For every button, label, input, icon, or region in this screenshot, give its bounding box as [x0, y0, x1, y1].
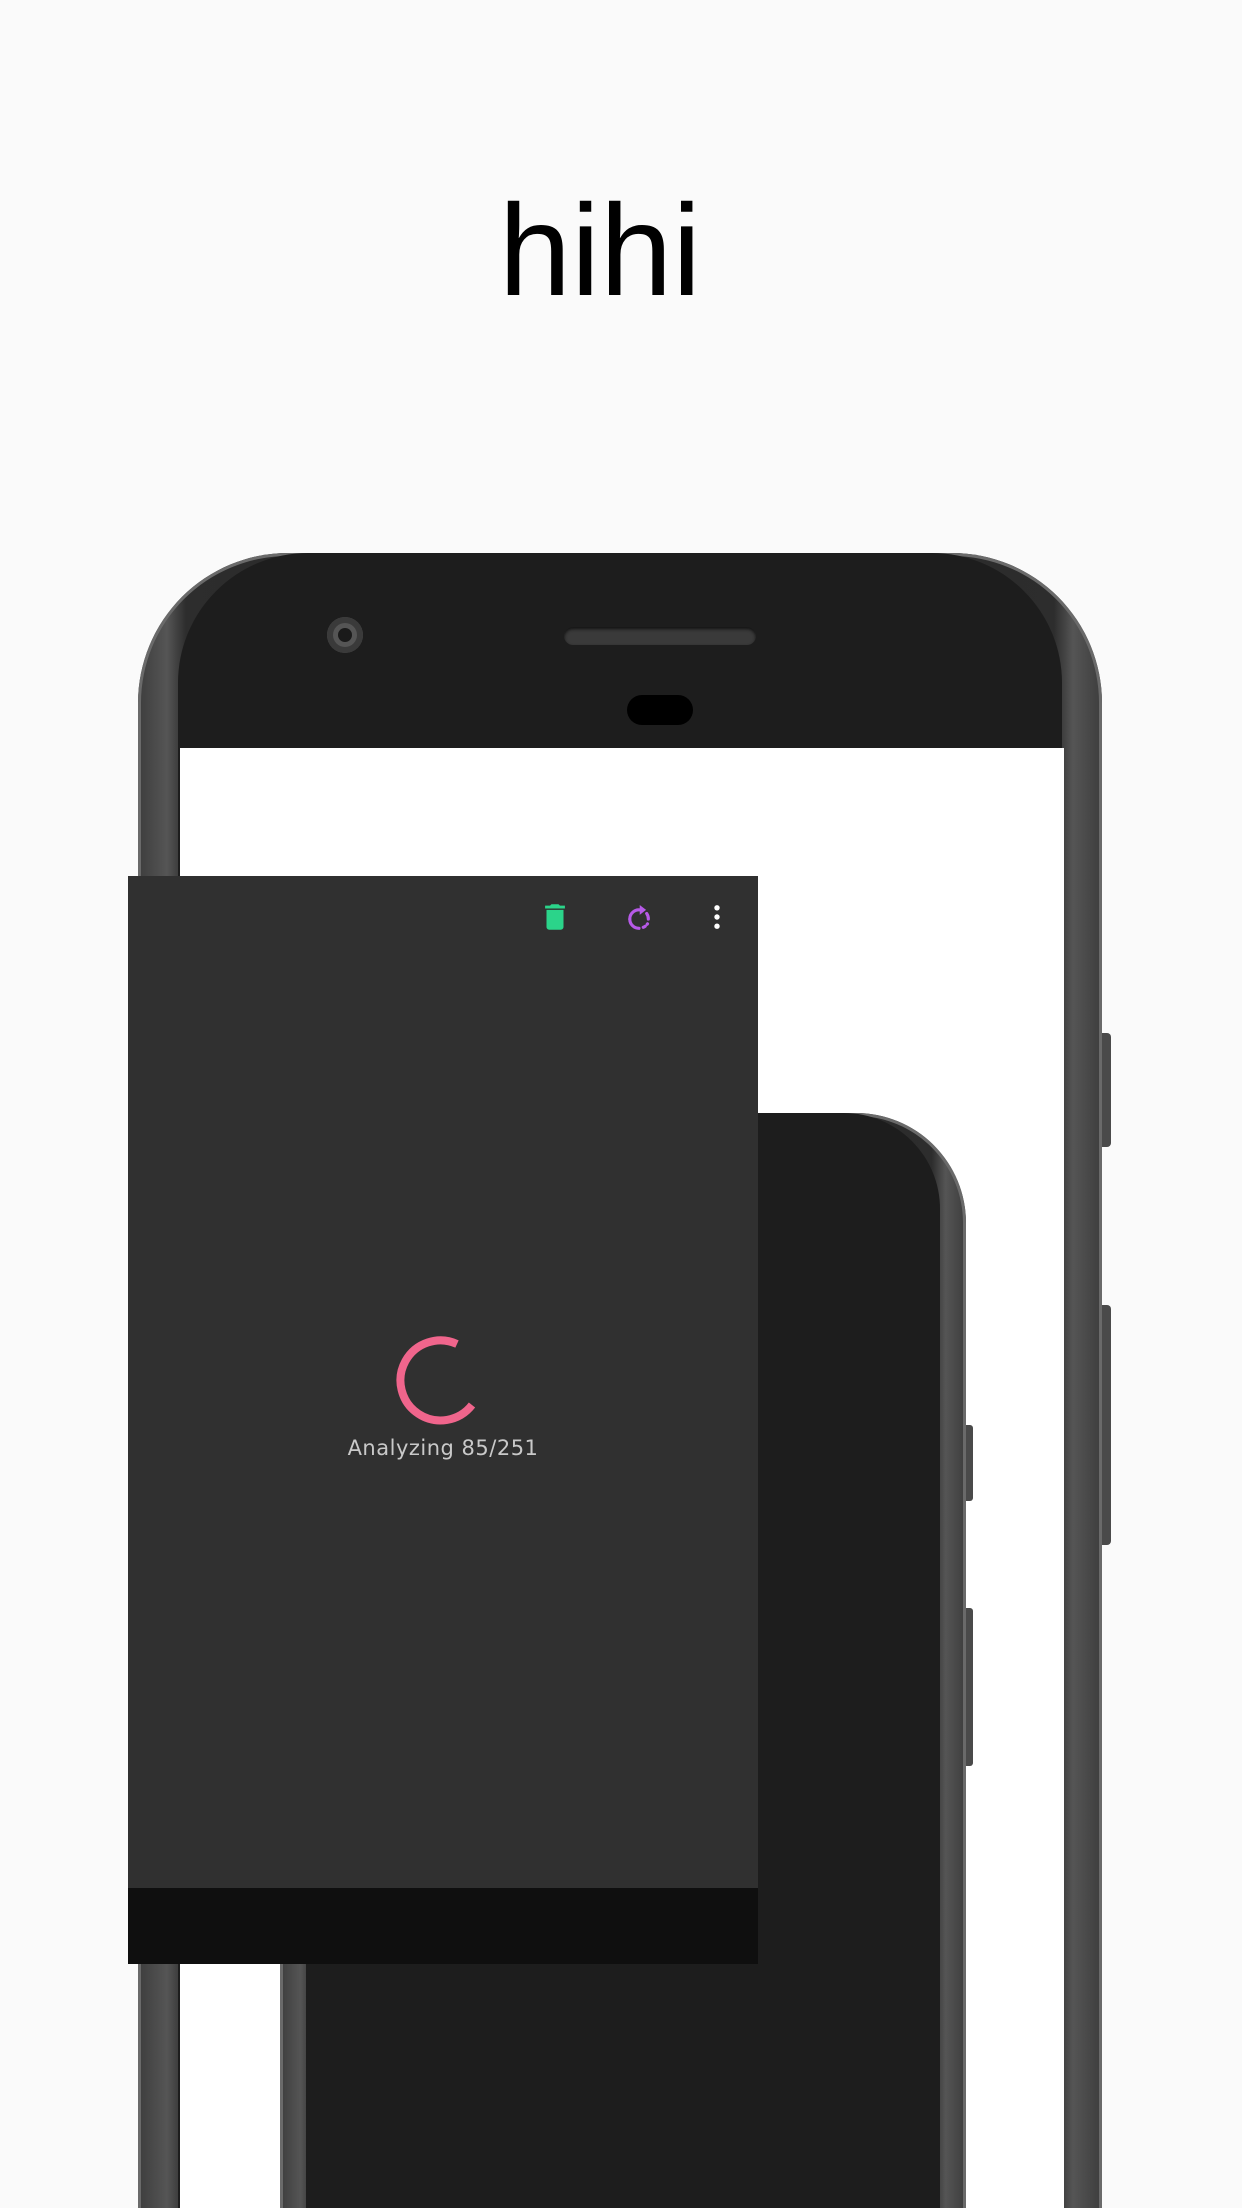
promo-screen: hihi Analyzing 85/251 [0, 0, 1242, 2208]
promo-headline: hihi [498, 177, 702, 323]
app-screen: Analyzing 85/251 [128, 876, 758, 1964]
outer-front-camera [327, 617, 363, 653]
app-toolbar [128, 876, 758, 956]
refresh-icon[interactable] [622, 900, 656, 934]
trash-icon[interactable] [538, 900, 572, 934]
analysis-status-text: Analyzing 85/251 [347, 1436, 539, 1460]
outer-earpiece-speaker [564, 627, 756, 645]
more-vert-icon[interactable] [700, 900, 734, 934]
inner-power-button [966, 1425, 973, 1501]
outer-power-button [1102, 1033, 1111, 1147]
progress-spinner [384, 1326, 484, 1426]
outer-volume-button [1102, 1305, 1111, 1545]
inner-volume-button [966, 1608, 973, 1766]
outer-proximity-sensor [627, 695, 693, 725]
system-navigation-bar [128, 1888, 758, 1964]
